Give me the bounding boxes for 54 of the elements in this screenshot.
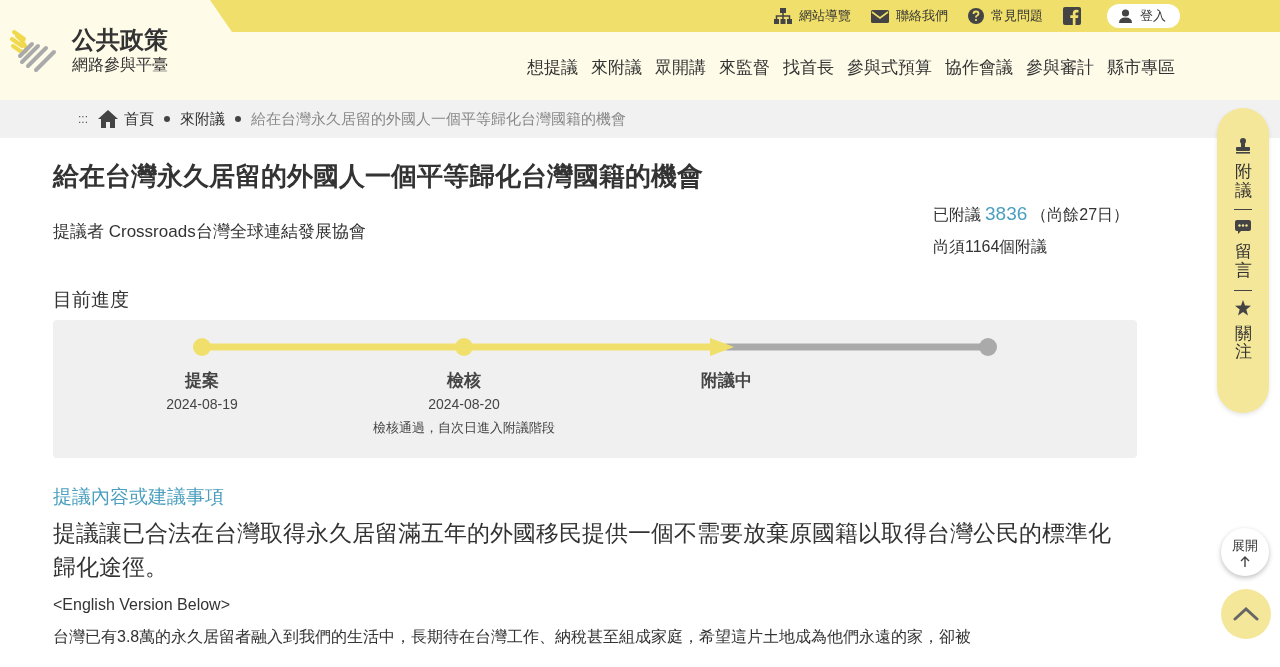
nav-link[interactable]: 想提議 — [527, 56, 578, 80]
stage-name: 提案 — [185, 370, 219, 392]
nav-link[interactable]: 參與式預算 — [847, 56, 932, 80]
body-paragraph: 台灣已有3.8萬的永久居留者融入到我們的生活中，長期待在台灣工作、納稅甚至組成家庭，希望這片土地成為他們永遠的家，卻被 — [53, 627, 973, 647]
proposal-summary: 提議讓已合法在台灣取得永久居留滿五年的外國移民提供一個不需要放棄原國籍以取得台灣公民的標準化歸化途徑。 — [53, 519, 1112, 582]
breadcrumb-link[interactable]: 首頁 — [98, 109, 154, 129]
login-button[interactable]: 登入 — [1107, 4, 1180, 28]
stage-date: 2024-08-20 — [428, 396, 500, 412]
back-to-top-button[interactable] — [1221, 589, 1271, 639]
sitemap-icon — [774, 8, 792, 24]
stage-date: 2024-08-19 — [166, 396, 238, 412]
nav-link[interactable]: 找首長 — [783, 56, 834, 80]
separator-dot-icon — [235, 116, 241, 122]
breadcrumb-marker: ::: — [78, 112, 88, 126]
top-link[interactable]: 網站導覽 — [774, 7, 851, 25]
user-icon — [1119, 9, 1132, 23]
endorsed-label: 已附議 — [933, 205, 981, 225]
nav-link[interactable]: 協作會議 — [945, 56, 1013, 80]
proposal-title: 給在台灣永久居留的外國人一個平等歸化台灣國籍的機會 — [53, 160, 704, 193]
mail-icon — [871, 9, 889, 23]
help-icon — [968, 8, 984, 24]
stamp-icon — [1235, 138, 1251, 154]
side-action-button[interactable]: 留言 — [1234, 219, 1252, 281]
progress-heading: 目前進度 — [53, 288, 130, 312]
side-action-button[interactable]: 附議 — [1234, 138, 1252, 201]
home-icon — [98, 110, 118, 128]
proposer: 提議者 Crossroads台灣全球連結發展協會 — [53, 221, 366, 243]
facebook-icon[interactable] — [1063, 7, 1081, 25]
nav-link[interactable]: 來附議 — [591, 56, 642, 80]
breadcrumb-current: 給在台灣永久居留的外國人一個平等歸化台灣國籍的機會 — [251, 109, 626, 129]
comment-icon — [1235, 219, 1251, 235]
logo-title[interactable]: 公共政策 — [72, 25, 168, 55]
body-paragraph: <English Version Below> — [53, 595, 231, 615]
nav-link[interactable]: 參與審計 — [1026, 56, 1094, 80]
days-left: （尚餘27日） — [1031, 205, 1130, 225]
logo-subtitle[interactable]: 網路參與平臺 — [72, 55, 168, 75]
side-action-button[interactable]: 關注 — [1234, 299, 1252, 363]
nav-link[interactable]: 縣市專區 — [1107, 56, 1175, 80]
stage-name: 附議中 — [700, 370, 752, 392]
top-link[interactable]: 常見問題 — [968, 7, 1043, 25]
stage-name: 檢核 — [447, 370, 481, 392]
star-icon — [1235, 299, 1251, 316]
content-heading: 提議內容或建議事項 — [53, 485, 225, 509]
expand-button[interactable]: 展開 — [1221, 528, 1269, 576]
separator-dot-icon — [164, 116, 170, 122]
breadcrumb-link[interactable]: 來附議 — [180, 109, 225, 129]
stage-note: 檢核通過，自次日進入附議階段 — [373, 419, 555, 437]
chevron-up-icon — [1233, 607, 1259, 621]
needed-count: 尚須1164個附議 — [933, 237, 1049, 257]
nav-link[interactable]: 眾開講 — [655, 56, 706, 80]
endorsed-count: 3836 — [985, 203, 1028, 225]
arrow-up-icon — [1240, 555, 1250, 568]
top-link[interactable]: 聯絡我們 — [871, 7, 948, 25]
nav-link[interactable]: 來監督 — [719, 56, 770, 80]
